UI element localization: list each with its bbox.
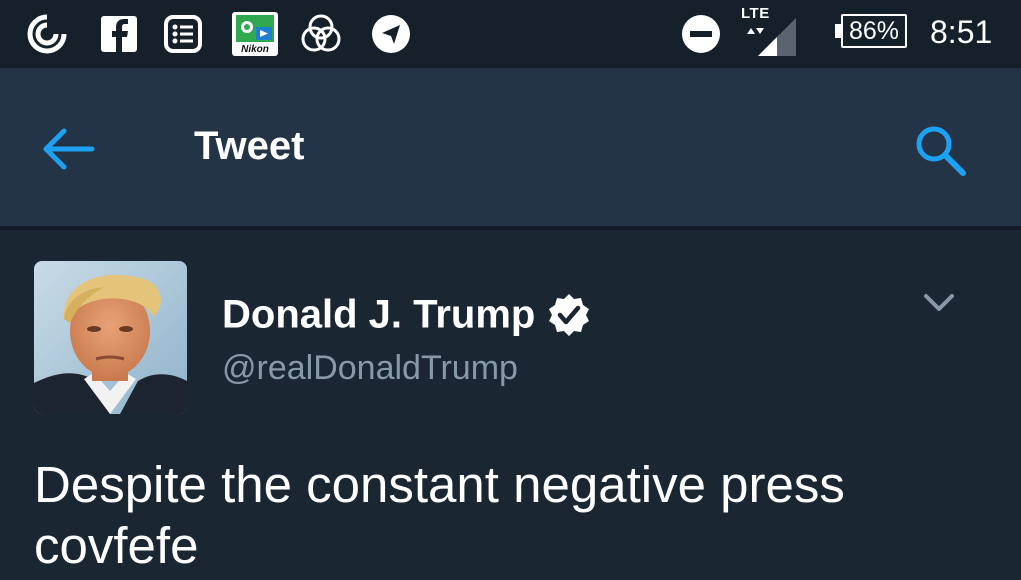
battery-percent: 86% (848, 17, 900, 45)
venn-circles-icon (300, 13, 342, 55)
tweet-menu-button[interactable] (918, 288, 960, 318)
avatar[interactable] (34, 261, 187, 414)
app-bar: Tweet (0, 68, 1021, 226)
clock: 8:51 (930, 14, 993, 50)
author-name-row[interactable]: Donald J. Trump (222, 292, 592, 342)
author-name[interactable]: Donald J. Trump (222, 293, 535, 337)
do-not-disturb-icon (680, 13, 722, 55)
chevron-down-icon (924, 294, 954, 311)
tweet-text: Despite the constant negative press covf… (34, 454, 994, 576)
search-icon (916, 126, 966, 176)
facebook-icon (98, 13, 140, 55)
battery-indicator: 86% (835, 14, 911, 52)
status-bar: Nikon LTE 86% 8:51 (0, 0, 1021, 68)
back-button[interactable] (36, 122, 102, 176)
tweet-text-line: covfefe (34, 517, 199, 574)
tweet-text-line: Despite the constant negative press (34, 456, 845, 513)
search-button[interactable] (910, 120, 972, 182)
nikon-snapbridge-icon: Nikon (232, 12, 278, 56)
page-title: Tweet (194, 124, 305, 168)
author-handle[interactable]: @realDonaldTrump (222, 349, 518, 388)
list-icon (162, 13, 204, 55)
arrow-left-icon (43, 128, 95, 170)
nikon-label: Nikon (241, 44, 269, 55)
verified-badge-icon (546, 292, 592, 338)
tweet-detail: Donald J. Trump @realDonaldTrump Despite… (0, 230, 1021, 580)
telegram-icon (370, 13, 412, 55)
lte-signal-icon (744, 16, 800, 56)
pocketcasts-icon (26, 13, 68, 55)
